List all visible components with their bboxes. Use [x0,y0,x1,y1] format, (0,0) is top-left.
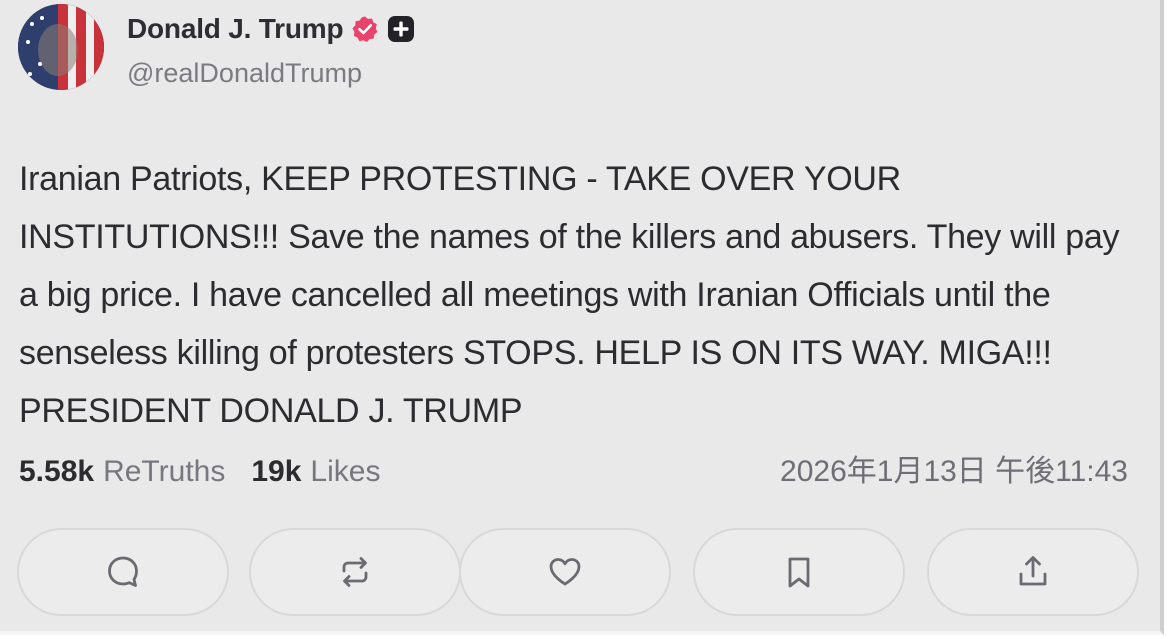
retruths-count[interactable]: 5.58k [19,455,94,489]
retruths-label[interactable]: ReTruths [103,455,225,489]
likes-label[interactable]: Likes [310,455,380,489]
repost-icon [342,557,368,587]
engagement-stats: 5.58k ReTruths 19k Likes [19,452,406,492]
heart-icon [549,558,581,586]
avatar[interactable] [18,4,104,90]
author-name-row: Donald J. Trump [127,12,415,46]
retruth-button[interactable] [249,528,461,616]
verified-badge-icon [351,15,379,43]
comment-icon [108,556,138,587]
share-button[interactable] [927,528,1139,616]
post-card: Donald J. Trump @realDonaldTrump Iranian… [0,0,1164,635]
like-button[interactable] [459,528,671,616]
avatar-flag-image [18,4,104,90]
likes-count[interactable]: 19k [251,455,301,489]
action-bar [17,528,1141,620]
plus-badge-icon [387,15,415,43]
post-timestamp: 2026年1月13日 午後11:43 [780,455,1128,488]
author-handle[interactable]: @realDonaldTrump [127,58,362,89]
author-display-name[interactable]: Donald J. Trump [127,13,344,45]
share-icon [1019,556,1047,586]
reply-button[interactable] [17,528,229,616]
bookmark-icon [788,557,810,588]
bookmark-button[interactable] [693,528,905,616]
post-body-text: Iranian Patriots, KEEP PROTESTING - TAKE… [19,160,1120,430]
